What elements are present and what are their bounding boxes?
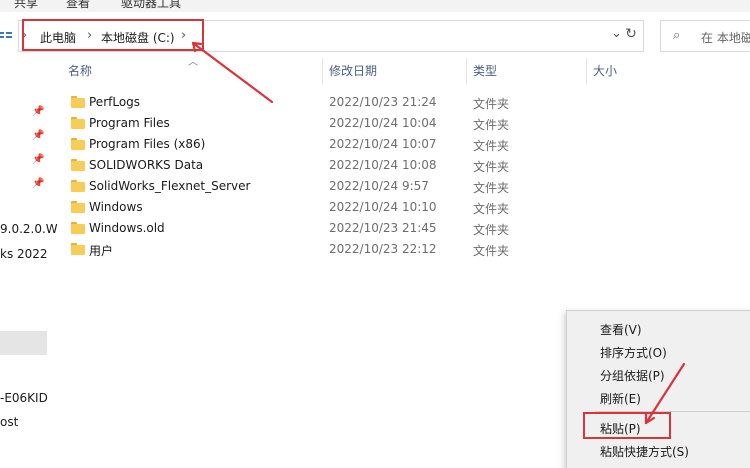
arrow-to-paste (644, 362, 686, 425)
annotation-arrows (191, 41, 686, 425)
arrow-to-breadcrumb (191, 41, 274, 104)
